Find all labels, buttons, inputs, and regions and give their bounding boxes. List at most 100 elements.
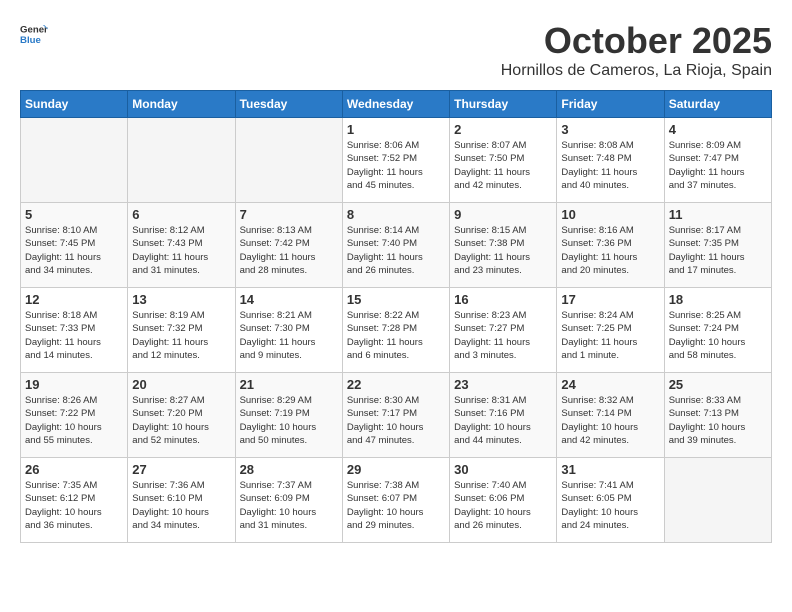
day-cell-2-5: 17Sunrise: 8:24 AM Sunset: 7:25 PM Dayli… [557, 288, 664, 373]
calendar-table: Sunday Monday Tuesday Wednesday Thursday… [20, 90, 772, 543]
day-info: Sunrise: 8:27 AM Sunset: 7:20 PM Dayligh… [132, 394, 230, 447]
day-info: Sunrise: 8:23 AM Sunset: 7:27 PM Dayligh… [454, 309, 552, 362]
week-row-2: 5 Sunrise: 8:10 AM Sunset: 7:45 PM Daylig… [21, 203, 772, 288]
day-cell-2-4: 16 Sunrise: 8:23 AM Sunset: 7:27 PM Dayli… [450, 288, 557, 373]
day-number: 18 [669, 292, 767, 307]
day-number: 16 [454, 292, 552, 307]
day-number: 6 [132, 207, 230, 222]
day-cell-0-5: 3 Sunrise: 8:08 AM Sunset: 7:48 PM Daylig… [557, 118, 664, 203]
day-cell-3-6: 25Sunrise: 8:33 AM Sunset: 7:13 PM Dayli… [664, 373, 771, 458]
weekday-header-row: Sunday Monday Tuesday Wednesday Thursday… [21, 91, 772, 118]
day-info: Sunrise: 8:10 AM Sunset: 7:45 PM Dayligh… [25, 224, 123, 277]
day-cell-2-0: 12 Sunrise: 8:18 AM Sunset: 7:33 PM Dayli… [21, 288, 128, 373]
day-number: 3 [561, 122, 659, 137]
day-cell-0-0 [21, 118, 128, 203]
day-info: Sunrise: 8:18 AM Sunset: 7:33 PM Dayligh… [25, 309, 123, 362]
day-info: Sunrise: 8:16 AM Sunset: 7:36 PM Dayligh… [561, 224, 659, 277]
day-number: 23 [454, 377, 552, 392]
header-wednesday: Wednesday [342, 91, 449, 118]
day-info: Sunrise: 8:17 AM Sunset: 7:35 PM Dayligh… [669, 224, 767, 277]
svg-text:Blue: Blue [20, 35, 41, 46]
day-cell-2-1: 13 Sunrise: 8:19 AM Sunset: 7:32 PM Dayli… [128, 288, 235, 373]
day-cell-2-6: 18 Sunrise: 8:25 AM Sunset: 7:24 PM Dayli… [664, 288, 771, 373]
day-number: 21 [240, 377, 338, 392]
day-info: Sunrise: 8:09 AM Sunset: 7:47 PM Dayligh… [669, 139, 767, 192]
header: General Blue October 2025 Hornillos de C… [20, 20, 772, 80]
day-number: 30 [454, 462, 552, 477]
day-number: 29 [347, 462, 445, 477]
logo: General Blue [20, 20, 48, 48]
day-info: Sunrise: 7:38 AM Sunset: 6:07 PM Dayligh… [347, 479, 445, 532]
day-number: 13 [132, 292, 230, 307]
day-cell-0-3: 1 Sunrise: 8:06 AM Sunset: 7:52 PM Daylig… [342, 118, 449, 203]
day-cell-4-6 [664, 458, 771, 543]
day-cell-1-5: 10 Sunrise: 8:16 AM Sunset: 7:36 PM Dayli… [557, 203, 664, 288]
day-info: Sunrise: 8:14 AM Sunset: 7:40 PM Dayligh… [347, 224, 445, 277]
calendar-title: October 2025 [501, 20, 772, 62]
day-info: Sunrise: 7:36 AM Sunset: 6:10 PM Dayligh… [132, 479, 230, 532]
week-row-5: 26 Sunrise: 7:35 AM Sunset: 6:12 PM Dayli… [21, 458, 772, 543]
day-cell-0-1 [128, 118, 235, 203]
day-cell-1-2: 7Sunrise: 8:13 AM Sunset: 7:42 PM Daylig… [235, 203, 342, 288]
day-info: Sunrise: 8:22 AM Sunset: 7:28 PM Dayligh… [347, 309, 445, 362]
day-info: Sunrise: 8:31 AM Sunset: 7:16 PM Dayligh… [454, 394, 552, 447]
day-cell-3-5: 24Sunrise: 8:32 AM Sunset: 7:14 PM Dayli… [557, 373, 664, 458]
day-cell-0-4: 2Sunrise: 8:07 AM Sunset: 7:50 PM Daylig… [450, 118, 557, 203]
day-info: Sunrise: 7:35 AM Sunset: 6:12 PM Dayligh… [25, 479, 123, 532]
day-cell-3-3: 22 Sunrise: 8:30 AM Sunset: 7:17 PM Dayli… [342, 373, 449, 458]
day-cell-1-6: 11 Sunrise: 8:17 AM Sunset: 7:35 PM Dayli… [664, 203, 771, 288]
header-sunday: Sunday [21, 91, 128, 118]
day-number: 31 [561, 462, 659, 477]
day-number: 27 [132, 462, 230, 477]
day-cell-4-3: 29 Sunrise: 7:38 AM Sunset: 6:07 PM Dayli… [342, 458, 449, 543]
day-cell-1-0: 5 Sunrise: 8:10 AM Sunset: 7:45 PM Daylig… [21, 203, 128, 288]
day-cell-1-4: 9 Sunrise: 8:15 AM Sunset: 7:38 PM Daylig… [450, 203, 557, 288]
day-number: 26 [25, 462, 123, 477]
day-number: 19 [25, 377, 123, 392]
day-cell-4-5: 31Sunrise: 7:41 AM Sunset: 6:05 PM Dayli… [557, 458, 664, 543]
day-info: Sunrise: 8:24 AM Sunset: 7:25 PM Dayligh… [561, 309, 659, 362]
day-info: Sunrise: 8:25 AM Sunset: 7:24 PM Dayligh… [669, 309, 767, 362]
day-info: Sunrise: 8:30 AM Sunset: 7:17 PM Dayligh… [347, 394, 445, 447]
day-info: Sunrise: 8:19 AM Sunset: 7:32 PM Dayligh… [132, 309, 230, 362]
day-number: 1 [347, 122, 445, 137]
day-number: 2 [454, 122, 552, 137]
day-info: Sunrise: 8:32 AM Sunset: 7:14 PM Dayligh… [561, 394, 659, 447]
calendar-subtitle: Hornillos de Cameros, La Rioja, Spain [501, 62, 772, 80]
day-number: 20 [132, 377, 230, 392]
day-info: Sunrise: 8:08 AM Sunset: 7:48 PM Dayligh… [561, 139, 659, 192]
day-info: Sunrise: 8:29 AM Sunset: 7:19 PM Dayligh… [240, 394, 338, 447]
day-cell-1-1: 6Sunrise: 8:12 AM Sunset: 7:43 PM Daylig… [128, 203, 235, 288]
day-info: Sunrise: 8:33 AM Sunset: 7:13 PM Dayligh… [669, 394, 767, 447]
title-area: October 2025 Hornillos de Cameros, La Ri… [501, 20, 772, 80]
header-saturday: Saturday [664, 91, 771, 118]
day-number: 10 [561, 207, 659, 222]
week-row-1: 1 Sunrise: 8:06 AM Sunset: 7:52 PM Daylig… [21, 118, 772, 203]
day-cell-2-2: 14Sunrise: 8:21 AM Sunset: 7:30 PM Dayli… [235, 288, 342, 373]
day-number: 12 [25, 292, 123, 307]
day-number: 5 [25, 207, 123, 222]
day-cell-4-1: 27 Sunrise: 7:36 AM Sunset: 6:10 PM Dayli… [128, 458, 235, 543]
day-number: 22 [347, 377, 445, 392]
day-info: Sunrise: 7:40 AM Sunset: 6:06 PM Dayligh… [454, 479, 552, 532]
day-cell-3-0: 19 Sunrise: 8:26 AM Sunset: 7:22 PM Dayli… [21, 373, 128, 458]
day-info: Sunrise: 8:15 AM Sunset: 7:38 PM Dayligh… [454, 224, 552, 277]
day-cell-3-4: 23 Sunrise: 8:31 AM Sunset: 7:16 PM Dayli… [450, 373, 557, 458]
logo-icon: General Blue [20, 20, 48, 48]
day-cell-3-1: 20 Sunrise: 8:27 AM Sunset: 7:20 PM Dayli… [128, 373, 235, 458]
day-cell-4-2: 28 Sunrise: 7:37 AM Sunset: 6:09 PM Dayli… [235, 458, 342, 543]
day-number: 11 [669, 207, 767, 222]
day-cell-4-0: 26 Sunrise: 7:35 AM Sunset: 6:12 PM Dayli… [21, 458, 128, 543]
header-tuesday: Tuesday [235, 91, 342, 118]
day-number: 9 [454, 207, 552, 222]
day-number: 8 [347, 207, 445, 222]
day-cell-1-3: 8 Sunrise: 8:14 AM Sunset: 7:40 PM Daylig… [342, 203, 449, 288]
day-info: Sunrise: 8:06 AM Sunset: 7:52 PM Dayligh… [347, 139, 445, 192]
day-info: Sunrise: 8:26 AM Sunset: 7:22 PM Dayligh… [25, 394, 123, 447]
header-monday: Monday [128, 91, 235, 118]
day-info: Sunrise: 7:37 AM Sunset: 6:09 PM Dayligh… [240, 479, 338, 532]
day-number: 28 [240, 462, 338, 477]
day-number: 7 [240, 207, 338, 222]
day-cell-4-4: 30 Sunrise: 7:40 AM Sunset: 6:06 PM Dayli… [450, 458, 557, 543]
day-cell-2-3: 15Sunrise: 8:22 AM Sunset: 7:28 PM Dayli… [342, 288, 449, 373]
